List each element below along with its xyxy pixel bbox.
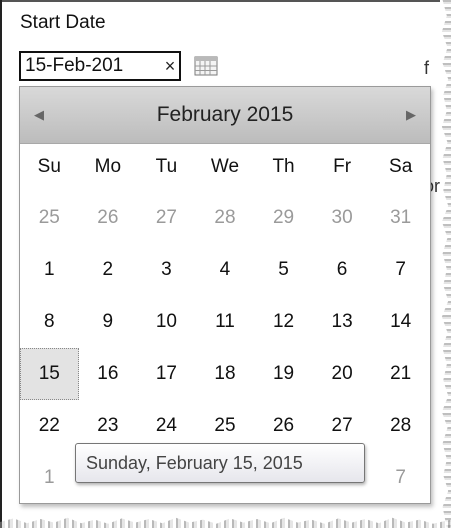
start-date-value[interactable]: 15-Feb-201: [25, 55, 161, 77]
background-text-fragment: f: [424, 58, 430, 78]
calendar-week-row: 1 2 3 4 5 6 7: [20, 244, 430, 296]
calendar-day[interactable]: 9: [79, 296, 138, 348]
chevron-right-icon: ▶: [406, 107, 416, 122]
screenshot-top-edge: [0, 0, 440, 2]
screenshot-torn-edge-right: [441, 0, 451, 528]
weekday-label: Sa: [389, 156, 413, 177]
prev-month-button[interactable]: ◀: [20, 87, 58, 143]
calendar-day[interactable]: 19: [254, 348, 313, 400]
calendar-day[interactable]: 22: [20, 400, 79, 452]
calendar-day[interactable]: 17: [137, 348, 196, 400]
calendar-day[interactable]: 2: [79, 244, 138, 296]
calendar-day[interactable]: 16: [79, 348, 138, 400]
start-date-label: Start Date: [20, 12, 106, 33]
weekday-label: Su: [37, 156, 61, 177]
calendar-day[interactable]: 28: [196, 192, 255, 244]
weekday-header-row: Su Mo Tu We Th Fr Sa: [20, 144, 430, 190]
calendar-day[interactable]: 10: [137, 296, 196, 348]
start-date-input[interactable]: 15-Feb-201 ×: [19, 51, 181, 81]
weekday-label: Fr: [333, 156, 352, 177]
clear-icon[interactable]: ×: [161, 56, 179, 77]
calendar-day[interactable]: 11: [196, 296, 255, 348]
calendar-day[interactable]: 21: [371, 348, 430, 400]
weekday-label: Tu: [155, 156, 178, 177]
calendar-day[interactable]: 25: [20, 192, 79, 244]
calendar-day[interactable]: 29: [254, 192, 313, 244]
calendar-day[interactable]: 4: [196, 244, 255, 296]
calendar-day[interactable]: 7: [371, 244, 430, 296]
calendar-day[interactable]: 30: [313, 192, 372, 244]
calendar-week-row: 25 26 27 28 29 30 31: [20, 192, 430, 244]
calendar-day[interactable]: 7: [371, 452, 430, 504]
weekday-label: Mo: [94, 156, 122, 177]
calendar-day[interactable]: 8: [20, 296, 79, 348]
screenshot-left-edge: [0, 0, 2, 528]
calendar-header: ◀ February 2015 ▶: [20, 87, 430, 144]
calendar-day[interactable]: 18: [196, 348, 255, 400]
date-tooltip: Sunday, February 15, 2015: [75, 443, 365, 483]
weekday-label: We: [210, 156, 240, 177]
next-month-button[interactable]: ▶: [392, 87, 430, 143]
calendar-day[interactable]: 31: [371, 192, 430, 244]
calendar-day[interactable]: 27: [137, 192, 196, 244]
calendar-day[interactable]: 13: [313, 296, 372, 348]
chevron-left-icon: ◀: [34, 107, 44, 122]
calendar-day[interactable]: 12: [254, 296, 313, 348]
calendar-day[interactable]: 3: [137, 244, 196, 296]
calendar-day[interactable]: 1: [20, 244, 79, 296]
calendar-day[interactable]: 14: [371, 296, 430, 348]
calendar-day[interactable]: 5: [254, 244, 313, 296]
calendar-week-row: 8 9 10 11 12 13 14: [20, 296, 430, 348]
calendar-grid-icon: [194, 56, 218, 76]
datepicker-popup: ◀ February 2015 ▶ Su Mo Tu We Th Fr Sa 2…: [19, 86, 431, 504]
calendar-week-row: 15 16 17 18 19 20 21: [20, 348, 430, 400]
calendar-day[interactable]: 20: [313, 348, 372, 400]
calendar-day[interactable]: 26: [79, 192, 138, 244]
calendar-day-selected[interactable]: 15: [20, 348, 79, 400]
month-title[interactable]: February 2015: [58, 103, 392, 127]
screenshot-torn-edge-bottom: [0, 517, 451, 528]
calendar-button[interactable]: [193, 55, 219, 77]
calendar-day[interactable]: 28: [371, 400, 430, 452]
calendar-day[interactable]: 1: [20, 452, 79, 504]
weekday-label: Th: [272, 156, 295, 177]
calendar-day[interactable]: 6: [313, 244, 372, 296]
